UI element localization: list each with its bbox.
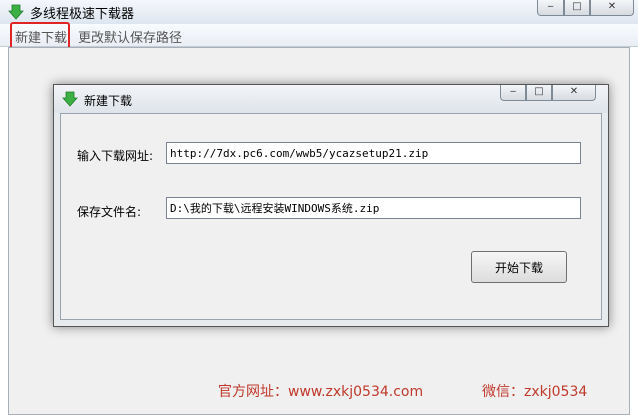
dialog-titlebar[interactable]: 新建下载 ‒ □ ✕	[54, 85, 608, 113]
maximize-button[interactable]: □	[564, 0, 590, 16]
new-download-dialog: 新建下载 ‒ □ ✕ 输入下载网址: 保存文件名: 开始下载	[53, 84, 609, 327]
dialog-client-area: 输入下载网址: 保存文件名: 开始下载	[60, 113, 602, 320]
window-titlebar[interactable]: 多线程极速下载器 ‒ □ ✕	[0, 0, 638, 24]
filename-label: 保存文件名:	[77, 205, 142, 219]
minimize-button[interactable]: ‒	[537, 0, 564, 16]
dialog-minimize-button[interactable]: ‒	[500, 85, 526, 101]
filename-input[interactable]	[166, 197, 581, 219]
footer-wechat: 微信：zxkj0534	[482, 384, 588, 400]
close-icon: ✕	[607, 1, 617, 12]
minimize-icon: ‒	[547, 1, 554, 12]
window-title: 多线程极速下载器	[30, 7, 135, 22]
close-button[interactable]: ✕	[590, 0, 634, 16]
close-icon: ✕	[569, 86, 579, 97]
menu-item-change-save-path[interactable]: 更改默认保存路径	[78, 27, 182, 46]
url-label: 输入下载网址:	[77, 149, 154, 163]
menu-bar: 新建下载 更改默认保存路径	[0, 24, 638, 47]
maximize-icon: □	[572, 1, 582, 12]
footer-website: 官方网址：www.zxkj0534.com	[218, 384, 424, 400]
url-input[interactable]	[166, 142, 581, 164]
download-arrow-icon	[62, 91, 78, 107]
dialog-maximize-button[interactable]: □	[526, 85, 552, 101]
start-download-button[interactable]: 开始下载	[471, 251, 567, 283]
minimize-icon: ‒	[509, 86, 517, 97]
dialog-title: 新建下载	[84, 94, 133, 108]
maximize-icon: □	[534, 86, 544, 97]
dialog-close-button[interactable]: ✕	[552, 85, 596, 101]
download-arrow-icon	[8, 4, 24, 20]
